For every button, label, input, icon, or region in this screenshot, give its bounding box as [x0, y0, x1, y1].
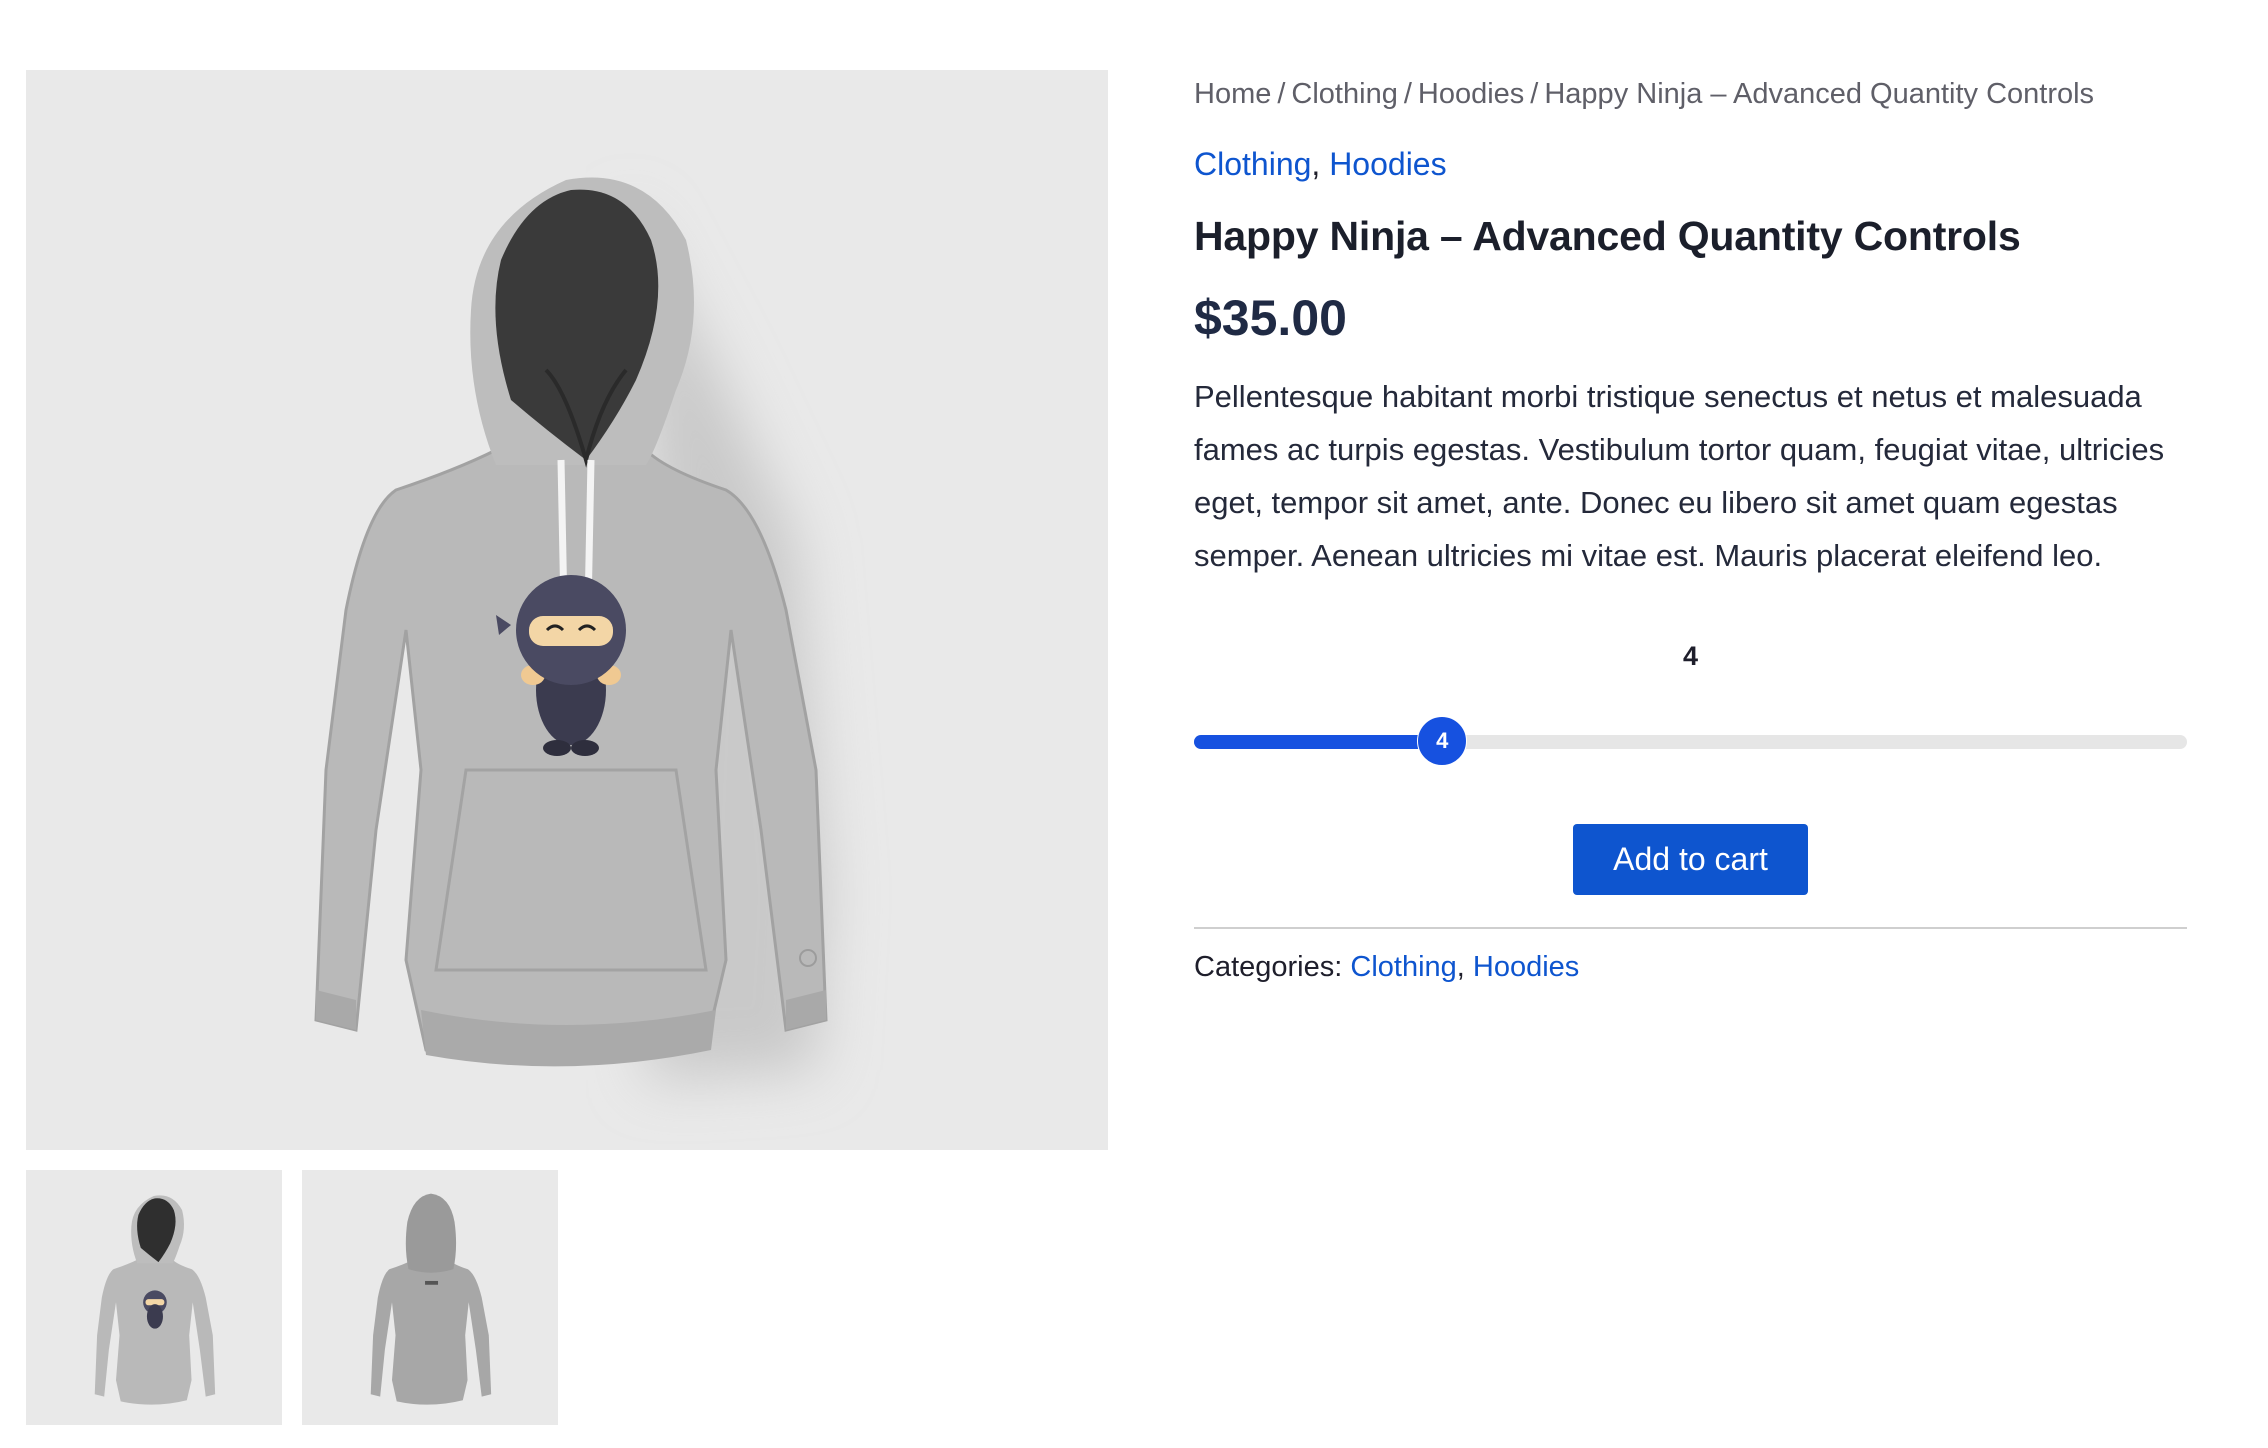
breadcrumb: Home / Clothing / Hoodies / Happy Ninja – Adva… — [1194, 70, 2187, 118]
breadcrumb-current: Happy Ninja – Advanced Quantity Controls — [1544, 78, 2095, 110]
category-link-clothing[interactable]: Clothing — [1194, 146, 1311, 182]
thumbnail-front[interactable] — [26, 1170, 282, 1425]
slider-fill — [1194, 735, 1443, 749]
divider — [1194, 927, 2187, 929]
product-price: $35.00 — [1194, 290, 1347, 346]
breadcrumb-hoodies[interactable]: Hoodies — [1418, 78, 1524, 110]
category-comma: , — [1311, 146, 1330, 182]
hoodie-back-thumb-illustration — [370, 1193, 492, 1405]
hoodie-front-thumb-illustration — [94, 1195, 216, 1405]
breadcrumb-separator: / — [1277, 78, 1286, 110]
category-comma: , — [1456, 951, 1473, 983]
product-categories: Clothing, Hoodies — [1194, 140, 2187, 188]
main-product-image[interactable] — [26, 70, 1108, 1150]
category-link-hoodies[interactable]: Hoodies — [1329, 146, 1446, 182]
breadcrumb-clothing[interactable]: Clothing — [1291, 78, 1397, 110]
quantity-slider[interactable]: 4 — [1194, 716, 2187, 768]
product-description: Pellentesque habitant morbi tristique se… — [1194, 379, 2165, 573]
cart-actions: Add to cart — [1194, 824, 2187, 895]
product-summary: Home / Clothing / Hoodies / Happy Ninja – Adva… — [1194, 70, 2187, 991]
meta-category-hoodies[interactable]: Hoodies — [1473, 951, 1579, 983]
product-meta: Categories: Clothing, Hoodies — [1194, 943, 2187, 991]
quantity-value: 4 — [1682, 641, 1699, 671]
breadcrumb-separator: / — [1530, 78, 1539, 110]
product-title: Happy Ninja – Advanced Quantity Controls — [1194, 213, 2021, 259]
breadcrumb-home[interactable]: Home — [1194, 78, 1271, 110]
thumbnail-back[interactable] — [302, 1170, 558, 1425]
breadcrumb-separator: / — [1403, 78, 1412, 110]
slider-thumb[interactable]: 4 — [1417, 716, 1468, 766]
thumbnail-strip — [26, 1170, 558, 1425]
meta-category-clothing[interactable]: Clothing — [1350, 951, 1456, 983]
categories-label: Categories: — [1194, 951, 1343, 983]
product-gallery — [26, 70, 1108, 1425]
add-to-cart-button[interactable]: Add to cart — [1573, 824, 1808, 895]
hoodie-front-illustration — [314, 177, 828, 1080]
